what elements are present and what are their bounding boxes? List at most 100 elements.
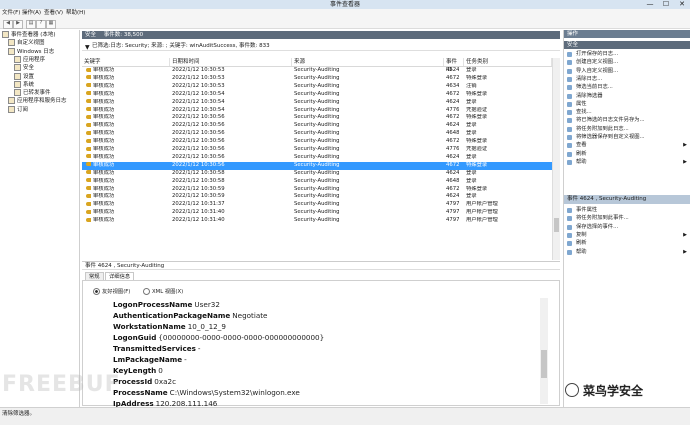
detail-line: AuthenticationPackageName Negotiate: [113, 310, 267, 321]
actions-section-security[interactable]: 安全: [564, 41, 690, 49]
back-icon[interactable]: ◀: [3, 20, 13, 29]
table-row[interactable]: 审核成功 2022/1/12 10:30:53 Security-Auditing 4…: [82, 83, 552, 91]
menu-file[interactable]: 文件(F): [2, 9, 20, 18]
table-cell: 4797: [446, 201, 460, 208]
actions-section-event[interactable]: 事件 4624 , Security-Auditing: [564, 195, 690, 204]
tree-item[interactable]: Windows 日志: [8, 47, 54, 56]
table-cell: 2022/1/12 10:30:54: [172, 90, 225, 97]
grid-header: 关键字 日期和时间 来源 事件 ID 任务类别: [82, 58, 552, 73]
action-item[interactable]: 将任务附加到此事件...: [564, 214, 690, 222]
tree-item[interactable]: 应用程序和服务日志: [8, 97, 67, 105]
action-item[interactable]: 筛选当前日志...: [564, 83, 690, 91]
maximize-button[interactable]: ☐: [658, 0, 674, 9]
table-cell: 2022/1/12 10:30:56: [172, 161, 225, 168]
action-item[interactable]: 查看 ▶: [564, 141, 690, 149]
table-cell: Security-Auditing: [294, 169, 340, 176]
table-row[interactable]: 审核成功 2022/1/12 10:30:54 Security-Auditing 4…: [82, 99, 552, 107]
action-item[interactable]: 清除筛选器: [564, 92, 690, 100]
properties-icon[interactable]: ▦: [46, 20, 56, 29]
action-item[interactable]: 将任务附加到此日志...: [564, 125, 690, 133]
column-datetime[interactable]: 日期和时间: [170, 58, 292, 66]
tree-item[interactable]: 已转发事件: [14, 89, 51, 97]
table-row[interactable]: 审核成功 2022/1/12 10:30:56 Security-Auditing 4…: [82, 161, 552, 170]
action-label: 保存选择的事件...: [576, 223, 619, 230]
submenu-arrow-icon: ▶: [683, 142, 687, 149]
menu-view[interactable]: 查看(V): [44, 9, 63, 18]
action-icon: [567, 76, 572, 82]
tree-item[interactable]: 设置: [14, 72, 34, 81]
table-row[interactable]: 审核成功 2022/1/12 10:30:56 Security-Auditing 4…: [82, 138, 552, 146]
table-row[interactable]: 审核成功 2022/1/12 10:31:40 Security-Auditing 4…: [82, 209, 552, 217]
action-item[interactable]: 将已筛选的日志文件另存为...: [564, 116, 690, 124]
detail-scroll-thumb[interactable]: [541, 350, 547, 378]
minimize-button[interactable]: —: [642, 0, 658, 9]
action-item[interactable]: 帮助 ▶: [564, 158, 690, 166]
table-row[interactable]: 审核成功 2022/1/12 10:30:54 Security-Auditing 4…: [82, 91, 552, 99]
column-keyword[interactable]: 关键字: [82, 58, 170, 66]
action-item[interactable]: 事件属性: [564, 206, 690, 214]
table-row[interactable]: 审核成功 2022/1/12 10:30:53 Security-Auditing 4…: [82, 67, 552, 75]
table-row[interactable]: 审核成功 2022/1/12 10:30:59 Security-Auditing 4…: [82, 193, 552, 201]
action-item[interactable]: 打开保存的日志...: [564, 50, 690, 58]
folder-icon[interactable]: ▤: [26, 20, 36, 29]
tree-item[interactable]: 安全: [14, 64, 34, 72]
action-item[interactable]: 导入自定义视图...: [564, 67, 690, 75]
table-cell: Security-Auditing: [294, 146, 340, 152]
grid-scrollbar[interactable]: [552, 58, 560, 260]
action-label: 清除日志...: [576, 75, 603, 82]
tree-item[interactable]: 事件查看器 (本地): [2, 31, 56, 39]
table-cell: 4624: [446, 67, 460, 73]
action-item[interactable]: 刷新: [564, 239, 690, 247]
menu-bar: 文件(F) 操作(A) 查看(V) 帮助(H): [0, 9, 690, 18]
radio-xml-view[interactable]: XML 视图(X): [143, 288, 183, 295]
action-item[interactable]: 刷新: [564, 150, 690, 158]
column-task-category[interactable]: 任务类别: [464, 58, 552, 66]
table-row[interactable]: 审核成功 2022/1/12 10:30:58 Security-Auditing 4…: [82, 178, 552, 186]
table-cell: 特殊登录: [466, 74, 488, 81]
action-item[interactable]: 清除日志...: [564, 75, 690, 83]
detail-body: 友好视图(F) XML 视图(X) LogonProcessName User32…: [82, 280, 560, 408]
submenu-arrow-icon: ▶: [683, 158, 687, 165]
tree-item[interactable]: 系统: [14, 80, 34, 89]
tree-item[interactable]: 应用程序: [14, 55, 45, 64]
action-item[interactable]: 保存选择的事件...: [564, 223, 690, 231]
forward-icon[interactable]: ▶: [13, 20, 23, 29]
status-bar: 清除筛选器。: [0, 407, 690, 425]
action-item[interactable]: 将筛选器保存到自定义视图...: [564, 133, 690, 141]
column-source[interactable]: 来源: [292, 58, 444, 66]
key-icon: [86, 91, 91, 96]
table-row[interactable]: 审核成功 2022/1/12 10:30:59 Security-Auditing 4…: [82, 186, 552, 194]
table-row[interactable]: 审核成功 2022/1/12 10:31:37 Security-Auditing 4…: [82, 201, 552, 209]
table-cell: 登录: [466, 130, 477, 137]
help-icon[interactable]: ?: [36, 20, 46, 29]
close-button[interactable]: ✕: [674, 0, 690, 9]
table-row[interactable]: 审核成功 2022/1/12 10:30:58 Security-Auditing 4…: [82, 170, 552, 178]
action-item[interactable]: 复制 ▶: [564, 231, 690, 239]
detail-scrollbar[interactable]: [540, 298, 548, 404]
radio-dot-icon: [143, 288, 150, 295]
table-row[interactable]: 审核成功 2022/1/12 10:30:56 Security-Auditing 4…: [82, 154, 552, 162]
table-row[interactable]: 审核成功 2022/1/12 10:30:56 Security-Auditing 4…: [82, 146, 552, 154]
folder-icon: [14, 80, 21, 88]
table-row[interactable]: 审核成功 2022/1/12 10:30:56 Security-Auditing 4…: [82, 130, 552, 138]
grid-scroll-thumb[interactable]: [554, 218, 559, 232]
tree-item[interactable]: 自定义视图: [8, 39, 45, 47]
table-row[interactable]: 审核成功 2022/1/12 10:30:56 Security-Auditing 4…: [82, 122, 552, 130]
action-item[interactable]: 帮助 ▶: [564, 248, 690, 256]
action-item[interactable]: 属性: [564, 100, 690, 108]
action-item[interactable]: 查找...: [564, 108, 690, 116]
table-cell: 审核成功: [84, 178, 114, 186]
radio-friendly-view[interactable]: 友好视图(F): [93, 288, 130, 295]
folder-icon: [14, 55, 21, 63]
column-event-id[interactable]: 事件 ID: [444, 58, 464, 73]
table-row[interactable]: 审核成功 2022/1/12 10:30:54 Security-Auditing 4…: [82, 107, 552, 115]
action-item[interactable]: 创建自定义视图...: [564, 58, 690, 66]
table-row[interactable]: 审核成功 2022/1/12 10:30:53 Security-Auditing 4…: [82, 75, 552, 83]
table-row[interactable]: 审核成功 2022/1/12 10:31:40 Security-Auditing 4…: [82, 217, 552, 225]
table-row[interactable]: 审核成功 2022/1/12 10:30:56 Security-Auditing 4…: [82, 114, 552, 122]
tree-item[interactable]: 订阅: [8, 105, 28, 114]
menu-help[interactable]: 帮助(H): [66, 9, 85, 18]
table-cell: 审核成功: [84, 146, 114, 154]
table-cell: 4624: [446, 153, 460, 160]
menu-action[interactable]: 操作(A): [22, 9, 41, 18]
